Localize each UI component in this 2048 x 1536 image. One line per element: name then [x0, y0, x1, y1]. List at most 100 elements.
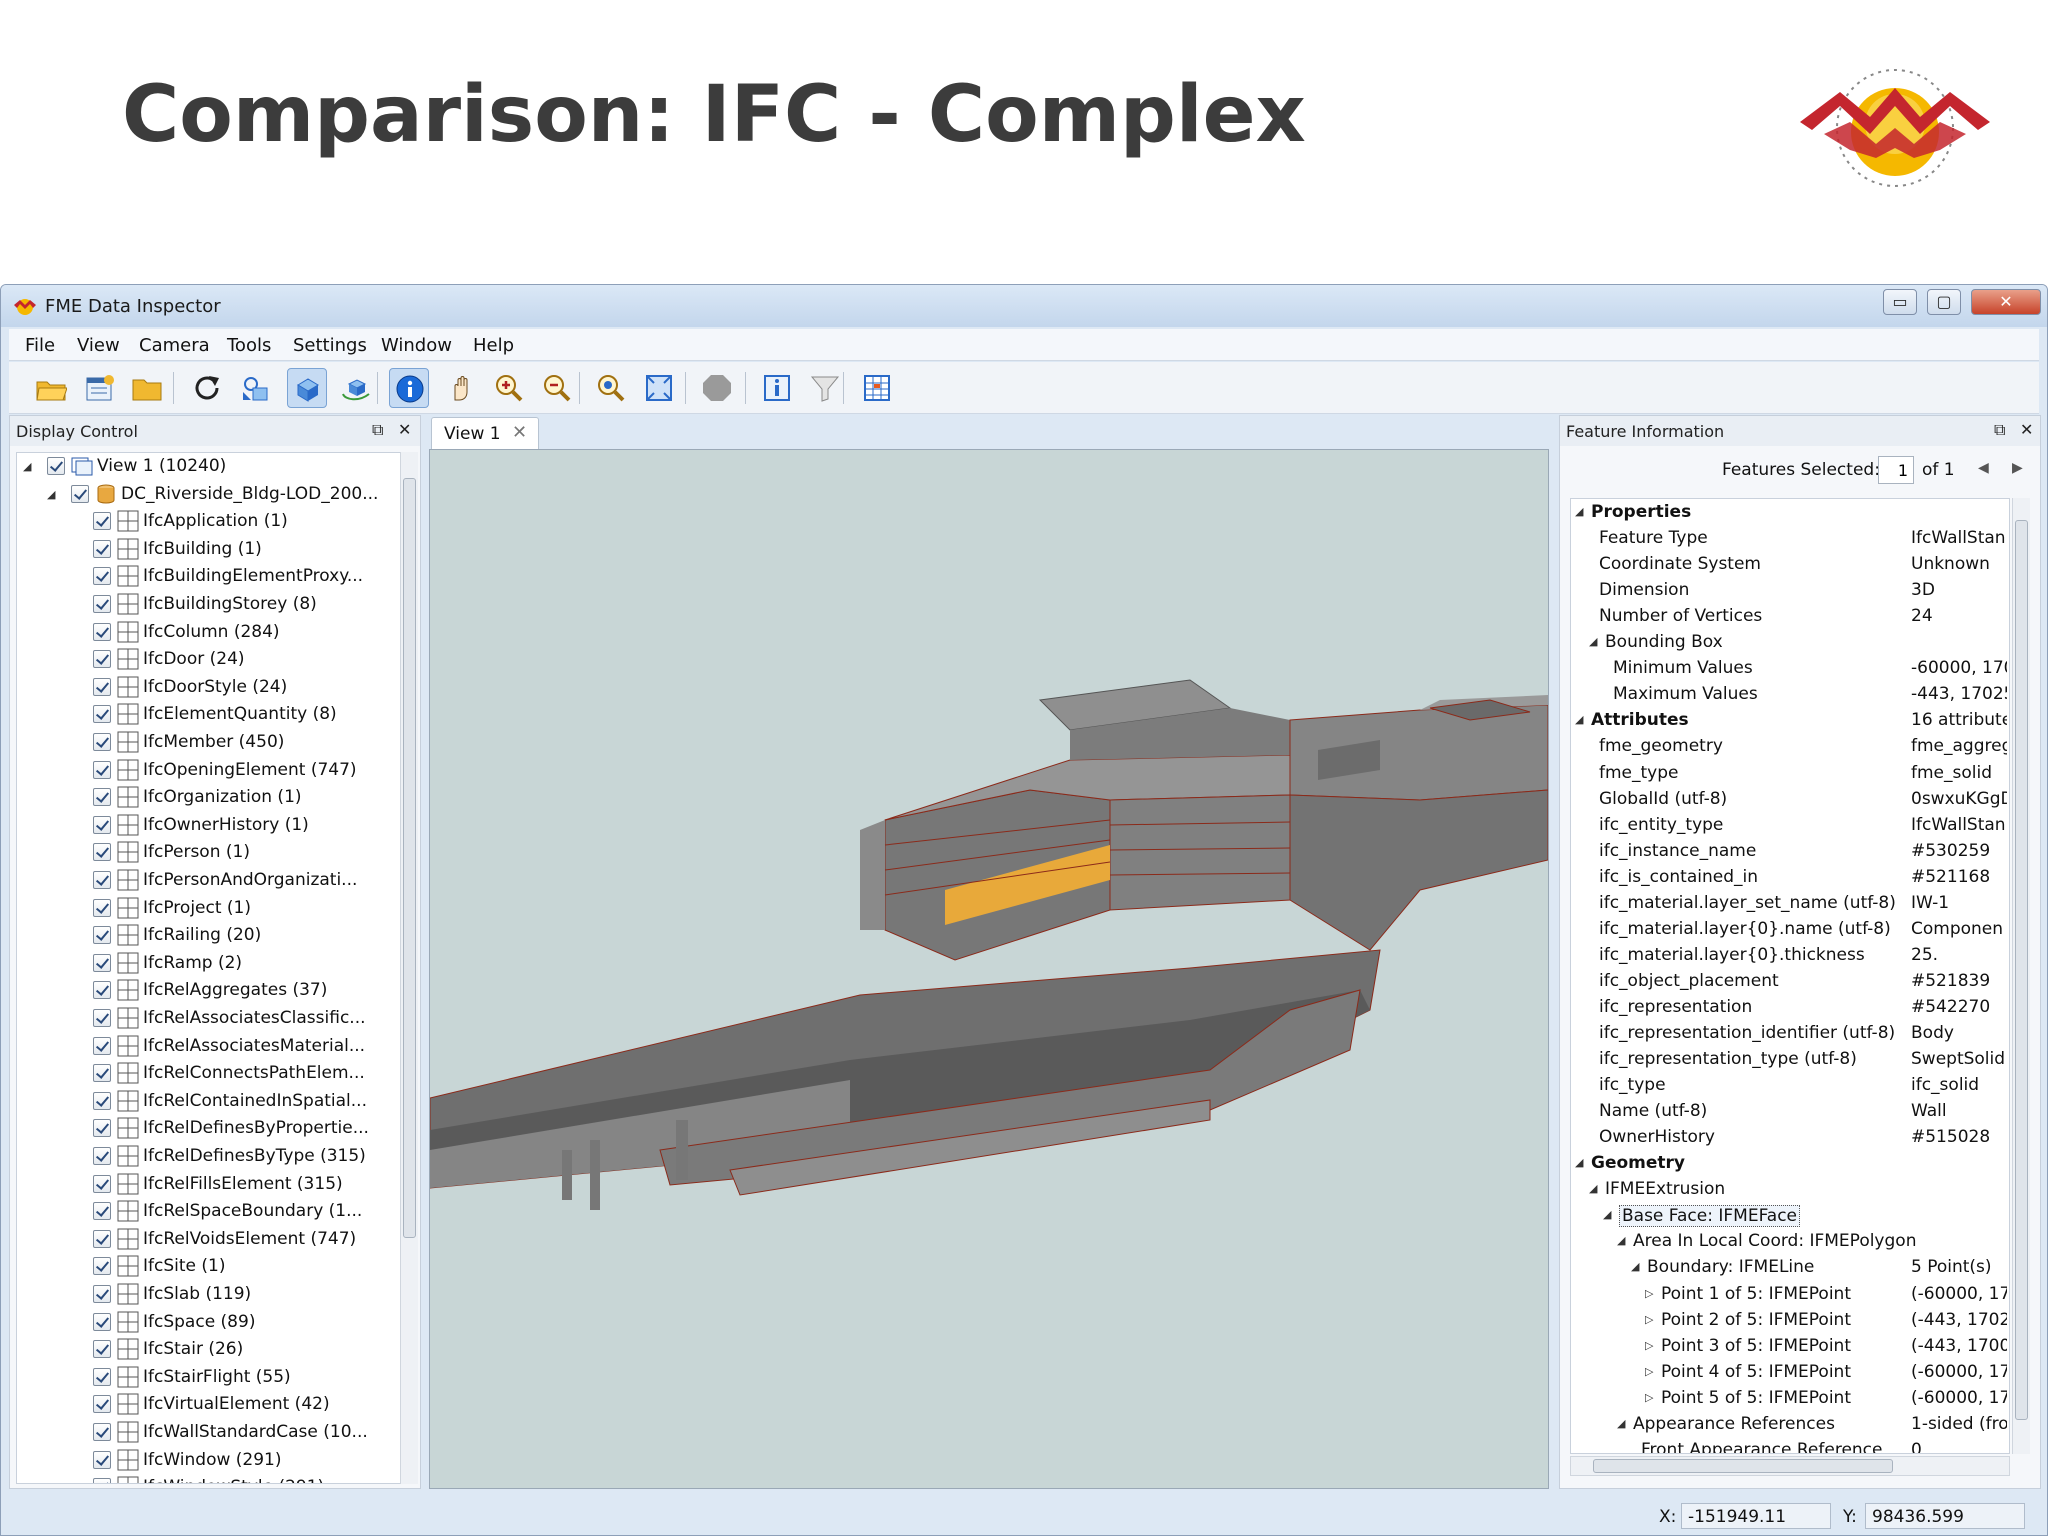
layer-checkbox[interactable] [93, 788, 111, 807]
filter-button[interactable] [805, 368, 845, 408]
pan-hand-button[interactable] [441, 368, 481, 408]
tree-item-feature-type[interactable]: IfcRelAssociatesMaterial... [17, 1033, 397, 1060]
tree-item-feature-type[interactable]: IfcElementQuantity (8) [17, 701, 397, 728]
table-view-button[interactable] [857, 368, 897, 408]
layer-checkbox[interactable] [93, 1478, 111, 1483]
property-section[interactable]: ◢ Geometry [1571, 1150, 2009, 1176]
close-tab-icon[interactable]: ✕ [512, 422, 527, 443]
collapsed-arrow-icon[interactable]: ▷ [1645, 1287, 1653, 1300]
layer-checkbox[interactable] [93, 1174, 111, 1193]
close-panel-icon[interactable]: ✕ [398, 420, 411, 439]
layer-checkbox[interactable] [93, 1229, 111, 1248]
open-folder-button[interactable] [31, 368, 71, 408]
menu-settings[interactable]: Settings [293, 335, 367, 356]
property-row[interactable]: ▷ Point 1 of 5: IFMEPoint (-60000, 170 [1571, 1281, 2009, 1307]
property-row[interactable]: Coordinate System Unknown [1571, 551, 2009, 577]
expand-arrow-icon[interactable]: ◢ [1575, 713, 1583, 726]
layer-checkbox[interactable] [93, 1257, 111, 1276]
collapsed-arrow-icon[interactable]: ▷ [1645, 1313, 1653, 1326]
property-row[interactable]: Front Appearance Reference 0 [1571, 1437, 2009, 1453]
layer-checkbox[interactable] [93, 1036, 111, 1055]
menu-file[interactable]: File [25, 335, 55, 356]
layer-checkbox[interactable] [93, 815, 111, 834]
property-row[interactable]: ◢ Appearance References 1-sided (fro [1571, 1411, 2009, 1437]
property-row[interactable]: ifc_representation_type (utf-8) SweptSoli… [1571, 1046, 2009, 1072]
tree-item-feature-type[interactable]: IfcDoorStyle (24) [17, 674, 397, 701]
menu-help[interactable]: Help [473, 335, 514, 356]
stop-button[interactable] [697, 368, 737, 408]
vertical-scrollbar[interactable] [400, 452, 418, 1484]
float-panel-icon[interactable]: ⧉ [372, 420, 383, 440]
property-section[interactable]: ◢ Properties [1571, 499, 2009, 525]
layer-checkbox[interactable] [93, 705, 111, 724]
collapsed-arrow-icon[interactable]: ▷ [1645, 1391, 1653, 1404]
property-row[interactable]: ifc_object_placement #521839 [1571, 968, 2009, 994]
tree-item-feature-type[interactable]: IfcWallStandardCase (10... [17, 1419, 397, 1446]
menu-tools[interactable]: Tools [227, 335, 271, 356]
layer-checkbox[interactable] [93, 1147, 111, 1165]
property-row[interactable]: ▷ Point 3 of 5: IFMEPoint (-443, 17000 [1571, 1333, 2009, 1359]
property-row[interactable]: ◢ Boundary: IFMELine 5 Point(s) [1571, 1254, 2009, 1280]
property-row[interactable]: ifc_material.layer{0}.thickness 25. [1571, 942, 2009, 968]
layer-checkbox[interactable] [93, 1395, 111, 1414]
tree-item-dataset[interactable]: ◢ DC_Riverside_Bldg-LOD_200... [17, 481, 397, 508]
tree-item-feature-type[interactable]: IfcPerson (1) [17, 839, 397, 866]
layer-checkbox[interactable] [93, 843, 111, 862]
tree-item-feature-type[interactable]: IfcColumn (284) [17, 619, 397, 646]
layer-checkbox[interactable] [93, 677, 111, 696]
expand-arrow-icon[interactable]: ◢ [23, 460, 31, 473]
layer-checkbox[interactable] [93, 1202, 111, 1221]
layer-checkbox[interactable] [93, 733, 111, 751]
3d-viewport[interactable] [429, 449, 1549, 1489]
tree-item-feature-type[interactable]: IfcBuilding (1) [17, 536, 397, 563]
property-row[interactable]: Number of Vertices 24 [1571, 603, 2009, 629]
property-row[interactable]: ifc_representation #542270 [1571, 994, 2009, 1020]
tree-item-feature-type[interactable]: IfcRelDefinesByPropertie... [17, 1115, 397, 1142]
tree-item-feature-type[interactable]: IfcApplication (1) [17, 508, 397, 535]
layer-checkbox[interactable] [93, 512, 111, 531]
tree-item-feature-type[interactable]: IfcRelContainedInSpatial... [17, 1088, 397, 1115]
expand-arrow-icon[interactable]: ◢ [1617, 1234, 1625, 1247]
tree-item-feature-type[interactable]: IfcRailing (20) [17, 922, 397, 949]
tree-item-feature-type[interactable]: IfcSlab (119) [17, 1281, 397, 1308]
feature-info-button[interactable] [757, 368, 797, 408]
select-3d-button[interactable] [287, 368, 327, 408]
layer-checkbox[interactable] [93, 650, 111, 669]
property-section[interactable]: ◢ Attributes 16 attribute [1571, 707, 2009, 733]
minimize-button[interactable]: ▭ [1883, 289, 1917, 315]
refresh-button[interactable] [187, 368, 227, 408]
menu-window[interactable]: Window [381, 335, 452, 356]
property-row[interactable]: ifc_entity_type IfcWallStan [1571, 812, 2009, 838]
float-panel-icon[interactable]: ⧉ [1994, 420, 2005, 440]
expand-arrow-icon[interactable]: ◢ [1589, 1182, 1597, 1195]
property-row[interactable]: Dimension 3D [1571, 577, 2009, 603]
zoom-in-button[interactable] [489, 368, 529, 408]
layer-checkbox[interactable] [71, 484, 89, 503]
tree-item-feature-type[interactable]: IfcRelFillsElement (315) [17, 1171, 397, 1198]
horizontal-scrollbar[interactable] [1570, 1456, 2010, 1476]
layer-checkbox[interactable] [93, 1312, 111, 1331]
property-row[interactable]: ◢ Area In Local Coord: IFMEPolygon [1571, 1228, 2009, 1254]
tree-item-feature-type[interactable]: IfcOrganization (1) [17, 784, 397, 811]
layer-checkbox[interactable] [93, 1064, 111, 1083]
property-row[interactable]: Minimum Values -60000, 170 [1571, 655, 2009, 681]
property-row[interactable]: ◢ Bounding Box [1571, 629, 2009, 655]
tree-item-feature-type[interactable]: IfcPersonAndOrganizati... [17, 867, 397, 894]
tree-item-feature-type[interactable]: IfcStairFlight (55) [17, 1364, 397, 1391]
close-window-button[interactable]: ✕ [1971, 289, 2041, 315]
layer-checkbox[interactable] [93, 622, 111, 641]
property-row[interactable]: GlobalId (utf-8) 0swxuKGgD [1571, 786, 2009, 812]
tree-item-feature-type[interactable]: IfcSite (1) [17, 1253, 397, 1280]
collapsed-arrow-icon[interactable]: ▷ [1645, 1339, 1653, 1352]
tree-item-feature-type[interactable]: IfcWindowStyle (291) [17, 1474, 397, 1483]
tree-item-feature-type[interactable]: IfcMember (450) [17, 729, 397, 756]
collapsed-arrow-icon[interactable]: ▷ [1645, 1365, 1653, 1378]
expand-arrow-icon[interactable]: ◢ [47, 488, 55, 501]
property-row[interactable]: OwnerHistory #515028 [1571, 1124, 2009, 1150]
tree-item-feature-type[interactable]: IfcOpeningElement (747) [17, 757, 397, 784]
menu-camera[interactable]: Camera [139, 335, 210, 356]
property-row[interactable]: ▷ Point 4 of 5: IFMEPoint (-60000, 170 [1571, 1359, 2009, 1385]
layer-checkbox[interactable] [93, 1009, 111, 1027]
layer-checkbox[interactable] [93, 898, 111, 917]
orbit-button[interactable] [335, 368, 375, 408]
